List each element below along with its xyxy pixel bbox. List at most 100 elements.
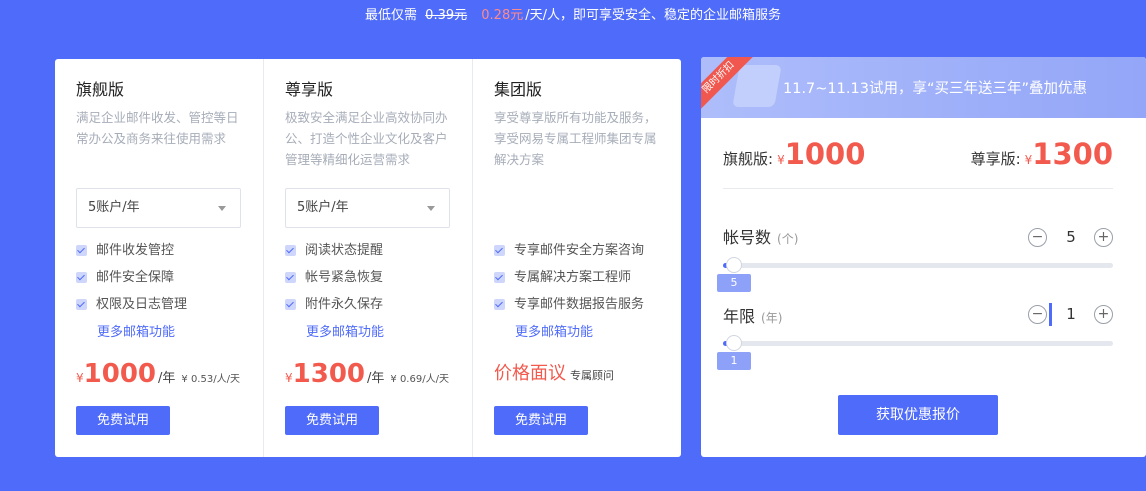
free-trial-button[interactable]: 免费试用 [285, 406, 379, 435]
price-value: 1300 [292, 359, 366, 389]
promo-price-premium: 尊享版: ¥1300 [971, 137, 1113, 171]
slider-tooltip: 1 [717, 352, 751, 370]
check-icon [494, 272, 505, 283]
free-trial-button[interactable]: 免费试用 [494, 406, 588, 435]
price-value: 1300 [1032, 137, 1113, 171]
text-cursor [1049, 303, 1052, 326]
feature-item: 邮件安全保障 [76, 264, 187, 291]
feature-label: 专享邮件数据报告服务 [514, 296, 645, 312]
feature-label: 附件永久保存 [305, 296, 384, 312]
feature-label: 专享邮件安全方案咨询 [514, 242, 645, 258]
account-select[interactable]: 5账户/年 [285, 188, 450, 228]
feature-label: 权限及日志管理 [96, 296, 188, 312]
currency-symbol: ¥ [76, 371, 84, 385]
plan-title: 集团版 [494, 80, 543, 99]
accounts-slider[interactable]: 5 [717, 257, 1113, 292]
check-icon [76, 272, 87, 283]
price-unit: /年 [158, 371, 176, 386]
currency-symbol: ¥ [777, 153, 785, 167]
price-value: 1000 [784, 137, 866, 171]
account-select[interactable]: 5账户/年 [76, 188, 241, 228]
feature-list: 邮件收发管控 邮件安全保障 权限及日志管理 [76, 237, 187, 318]
promo-price-flagship: 旗舰版: ¥1000 [723, 137, 865, 171]
feature-item: 专享邮件数据报告服务 [494, 291, 644, 318]
plus-button[interactable]: + [1094, 228, 1113, 247]
price-unit: /年 [367, 371, 385, 386]
plan-premium: 尊享版 极致安全满足企业高效协同办公、打造个性企业文化及客户管理等精细化运营需求… [264, 59, 473, 457]
feature-label: 邮件安全保障 [96, 269, 175, 285]
currency-symbol: ¥ [285, 371, 293, 385]
accounts-label-text: 帐号数 [723, 228, 772, 247]
accounts-stepper: − 5 + [1028, 228, 1113, 250]
more-features-link[interactable]: 更多邮箱功能 [515, 321, 593, 340]
plan-price: ¥1300/年 ¥ 0.69/人/天 [285, 359, 449, 389]
accounts-label: 帐号数 (个) [723, 224, 798, 248]
feature-label: 邮件收发管控 [96, 242, 175, 258]
plan-group: 集团版 享受尊享版所有功能及服务，享受网易专属工程师集团专属解决方案 专享邮件安… [473, 59, 681, 457]
promo-headline: 11.7~11.13试用，享“买三年送三年”叠加优惠 [783, 81, 1087, 97]
feature-item: 阅读状态提醒 [285, 237, 383, 264]
plan-desc: 享受尊享版所有功能及服务，享受网易专属工程师集团专属解决方案 [494, 110, 657, 167]
plan-desc: 满足企业邮件收发、管控等日常办公及商务来往使用需求 [76, 110, 239, 146]
chevron-down-icon [427, 206, 435, 211]
top-banner: 最低仅需 0.39元 0.28元/天/人，即可享受安全、稳定的企业邮箱服务 [0, 6, 1146, 26]
promo-panel: 限时折扣 11.7~11.13试用，享“买三年送三年”叠加优惠 旗舰版: ¥100… [701, 57, 1146, 457]
feature-label: 专属解决方案工程师 [514, 269, 632, 285]
feature-item: 专享邮件安全方案咨询 [494, 237, 644, 264]
free-trial-button[interactable]: 免费试用 [76, 406, 170, 435]
accounts-unit: (个) [777, 232, 799, 246]
plan-title: 尊享版 [285, 80, 334, 99]
plan-price: 价格面议 专属顾问 [494, 359, 614, 385]
price-per-day: ¥ 0.53/人/天 [181, 374, 240, 385]
account-select-value: 5账户/年 [297, 200, 349, 215]
price-negotiable: 价格面议 [494, 363, 566, 384]
minus-button[interactable]: − [1028, 305, 1047, 324]
price-label: 旗舰版: [723, 150, 774, 168]
feature-label: 阅读状态提醒 [305, 242, 384, 258]
feature-list: 阅读状态提醒 帐号紧急恢复 附件永久保存 [285, 237, 383, 318]
feature-item: 权限及日志管理 [76, 291, 187, 318]
banner-suffix: /天/人，即可享受安全、稳定的企业邮箱服务 [525, 8, 781, 23]
years-slider[interactable]: 1 [717, 335, 1113, 370]
minus-button[interactable]: − [1028, 228, 1047, 247]
feature-item: 帐号紧急恢复 [285, 264, 383, 291]
slider-handle[interactable] [726, 257, 742, 273]
plan-desc: 极致安全满足企业高效协同办公、打造个性企业文化及客户管理等精细化运营需求 [285, 110, 448, 167]
check-icon [285, 245, 296, 256]
banner-new-price: 0.28元 [481, 8, 524, 23]
price-per-day: ¥ 0.69/人/天 [390, 374, 449, 385]
plans-panel: 旗舰版 满足企业邮件收发、管控等日常办公及商务来往使用需求 5账户/年 邮件收发… [55, 59, 681, 457]
feature-item: 邮件收发管控 [76, 237, 187, 264]
years-stepper: − 1 + [1028, 303, 1113, 327]
dedicated-consultant: 专属顾问 [570, 369, 614, 382]
feature-item: 专属解决方案工程师 [494, 264, 644, 291]
price-value: 1000 [83, 359, 157, 389]
slider-tooltip: 5 [717, 274, 751, 292]
check-icon [494, 245, 505, 256]
banner-prefix: 最低仅需 [365, 8, 418, 23]
more-features-link[interactable]: 更多邮箱功能 [306, 321, 384, 340]
accounts-value[interactable]: 5 [1063, 228, 1079, 247]
feature-label: 帐号紧急恢复 [305, 269, 384, 285]
plus-button[interactable]: + [1094, 305, 1113, 324]
years-label: 年限 (年) [723, 303, 782, 327]
banner-old-price: 0.39元 [425, 8, 468, 23]
price-label: 尊享版: [970, 150, 1021, 168]
years-value[interactable]: 1 [1063, 305, 1079, 324]
get-quote-button[interactable]: 获取优惠报价 [838, 395, 998, 435]
promo-header: 限时折扣 11.7~11.13试用，享“买三年送三年”叠加优惠 [701, 57, 1146, 118]
slider-handle[interactable] [726, 335, 742, 351]
feature-item: 附件永久保存 [285, 291, 383, 318]
plan-title: 旗舰版 [76, 80, 125, 99]
years-unit: (年) [761, 311, 783, 325]
years-label-text: 年限 [723, 307, 756, 326]
account-select-value: 5账户/年 [88, 200, 140, 215]
plan-flagship: 旗舰版 满足企业邮件收发、管控等日常办公及商务来往使用需求 5账户/年 邮件收发… [55, 59, 264, 457]
feature-list: 专享邮件安全方案咨询 专属解决方案工程师 专享邮件数据报告服务 [494, 237, 644, 318]
check-icon [285, 299, 296, 310]
check-icon [494, 299, 505, 310]
chevron-down-icon [218, 206, 226, 211]
more-features-link[interactable]: 更多邮箱功能 [97, 321, 175, 340]
plan-price: ¥1000/年 ¥ 0.53/人/天 [76, 359, 240, 389]
promo-prices: 旗舰版: ¥1000 尊享版: ¥1300 [723, 137, 1113, 189]
